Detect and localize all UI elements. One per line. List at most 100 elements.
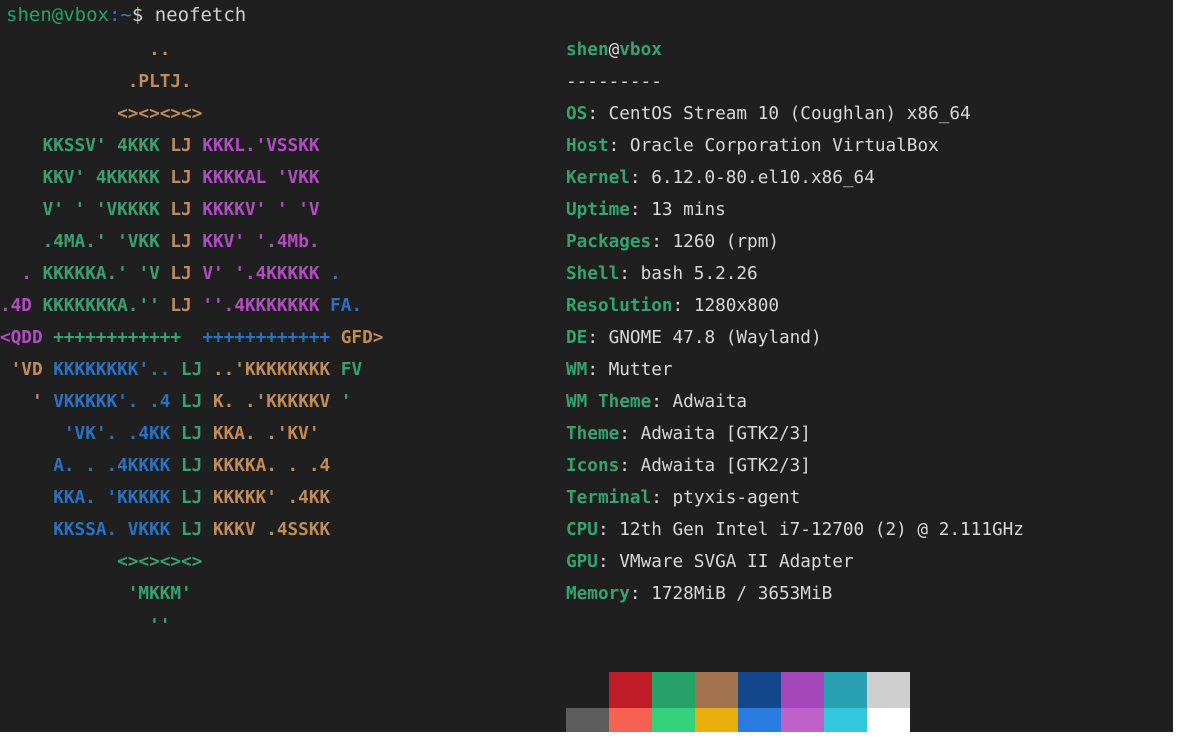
logo-segment: .4D [0,296,43,316]
logo-segment: LJ [170,296,192,316]
info-key: GPU [566,552,598,572]
info-key: Shell [566,264,620,284]
logo-line: .4D KKKKKKKA.'' LJ ''.4KKKKKKK FA. [0,290,362,322]
logo-segment: 'VD [0,360,54,380]
logo-line: <><><><> [0,546,202,578]
info-colon: : [672,296,694,316]
logo-segment: LJ [181,360,203,380]
info-key: Uptime [566,200,630,220]
logo-segment: LJ [170,136,192,156]
logo-segment: <QDD [0,328,54,348]
palette-swatch-normal-5 [781,672,824,708]
info-colon: : [597,520,620,540]
info-value: 1280x800 [693,296,780,316]
logo-segment: ++++++++++++ [53,328,203,348]
info-value: Adwaita [GTK2/3] [640,456,811,476]
logo-line: . KKKKKA.' 'V LJ V' '.4KKKKK . [0,258,341,290]
info-value: ptyxis-agent [672,488,801,508]
info-key: DE [566,328,588,348]
logo-line: <><><><> [0,98,202,130]
palette-swatch-normal-3 [695,672,738,708]
info-colon: : [619,264,641,284]
info-row-packages: Packages: 1260 (rpm) [566,226,779,258]
logo-segment: FA. [330,296,363,316]
info-row-os: OS: CentOS Stream 10 (Coughlan) x86_64 [566,98,971,130]
prompt-path: :~ [108,4,132,26]
logo-line: .PLTJ. [0,66,192,98]
logo-line: 'MKKM' [0,578,192,610]
info-row-shell: Shell: bash 5.2.26 [566,258,758,290]
info-title: shen@vbox [566,34,662,66]
logo-line: V' ' 'VKKKK LJ KKKKV' ' 'V [0,194,320,226]
info-row-icons: Icons: Adwaita [GTK2/3] [566,450,811,482]
info-key: CPU [566,520,598,540]
info-colon: : [587,360,609,380]
info-colon: : [597,552,620,572]
logo-segment: KKKKKKKA.'' [42,296,171,316]
logo-segment: V' '.4KKKKK [191,264,331,284]
prompt-symbol: $ [131,4,155,26]
logo-segment: LJ [181,424,203,444]
logo-line: <QDD ++++++++++++ ++++++++++++ GFD> [0,322,383,354]
palette-swatch-normal-7 [867,672,910,708]
logo-line: 'VD KKKKKKKK'.. LJ ..'KKKKKKKK FV [0,354,362,386]
info-row-host: Host: Oracle Corporation VirtualBox [566,130,939,162]
info-key: WM Theme [566,392,652,412]
logo-segment: KKKKA. . .4 [202,456,331,476]
info-row-theme: Theme: Adwaita [GTK2/3] [566,418,811,450]
window-edge-bottom [0,732,1181,740]
logo-segment: .4MA.' 'VKK [0,232,171,252]
info-row-memory: Memory: 1728MiB / 3653MiB [566,578,832,610]
logo-segment: LJ [181,488,203,508]
palette-swatch-normal-0 [566,672,609,708]
logo-segment: LJ [170,168,192,188]
logo-segment: .PLTJ. [0,72,192,92]
logo-segment: KKKKAL 'VKK [191,168,320,188]
logo-segment: A. . .4KKKK [0,456,182,476]
logo-segment: KKSSV' 4KKK [0,136,171,156]
logo-segment: KKV' '.4Mb. [191,232,320,252]
prompt-user-host: shen@vbox [6,4,109,26]
logo-segment: KKV' 4KKKKK [0,168,171,188]
logo-segment: ' [340,392,352,412]
logo-line: KKSSV' 4KKK LJ KKKL.'VSSKK [0,130,320,162]
logo-segment: KKKKK' .4KK [202,488,331,508]
logo-line: .4MA.' 'VKK LJ KKV' '.4Mb. [0,226,320,258]
info-title-user: shen [566,40,609,60]
info-key: Icons [566,456,620,476]
info-value: Mutter [608,360,673,380]
logo-line: .. [0,34,170,66]
info-value: 1260 (rpm) [672,232,780,252]
terminal-window[interactable]: shen@vbox:~$ neofetch .. .PLTJ. <><><><>… [0,0,1181,740]
logo-segment: KKSSA. VKKK [0,520,182,540]
logo-segment: GFD> [340,328,384,348]
logo-line: KKV' 4KKKKK LJ KKKKAL 'VKK [0,162,320,194]
logo-line: ' VKKKKK'. .4 LJ K. .'KKKKKV ' [0,386,352,418]
info-key: Terminal [566,488,652,508]
info-colon: : [629,200,652,220]
logo-segment: LJ [181,520,203,540]
info-title-at: @ [608,40,620,60]
shell-prompt: shen@vbox:~$ neofetch [6,4,246,26]
logo-segment: LJ [170,264,192,284]
info-value: 6.12.0-80.el10.x86_64 [651,168,875,188]
logo-segment: KKKKKKKK'.. [53,360,182,380]
info-value: CentOS Stream 10 (Coughlan) x86_64 [608,104,971,124]
logo-line: '' [0,610,170,642]
logo-segment: LJ [181,456,203,476]
logo-segment: LJ [170,232,192,252]
logo-line: KKSSA. VKKK LJ KKKV .4SSKK [0,514,330,546]
logo-segment: LJ [170,200,192,220]
info-value: 13 mins [651,200,726,220]
logo-segment: <><><><> [0,552,203,572]
info-value: GNOME 47.8 (Wayland) [608,328,822,348]
info-colon: : [651,488,673,508]
logo-segment: KKKKV' ' 'V [191,200,320,220]
info-row-terminal: Terminal: ptyxis-agent [566,482,800,514]
info-key: Packages [566,232,652,252]
palette-swatch-normal-4 [738,672,781,708]
logo-line: KKA. 'KKKKK LJ KKKKK' .4KK [0,482,330,514]
info-colon: : [629,584,652,604]
logo-segment: ''.4KKKKKKK [191,296,331,316]
info-colon: : [619,424,641,444]
